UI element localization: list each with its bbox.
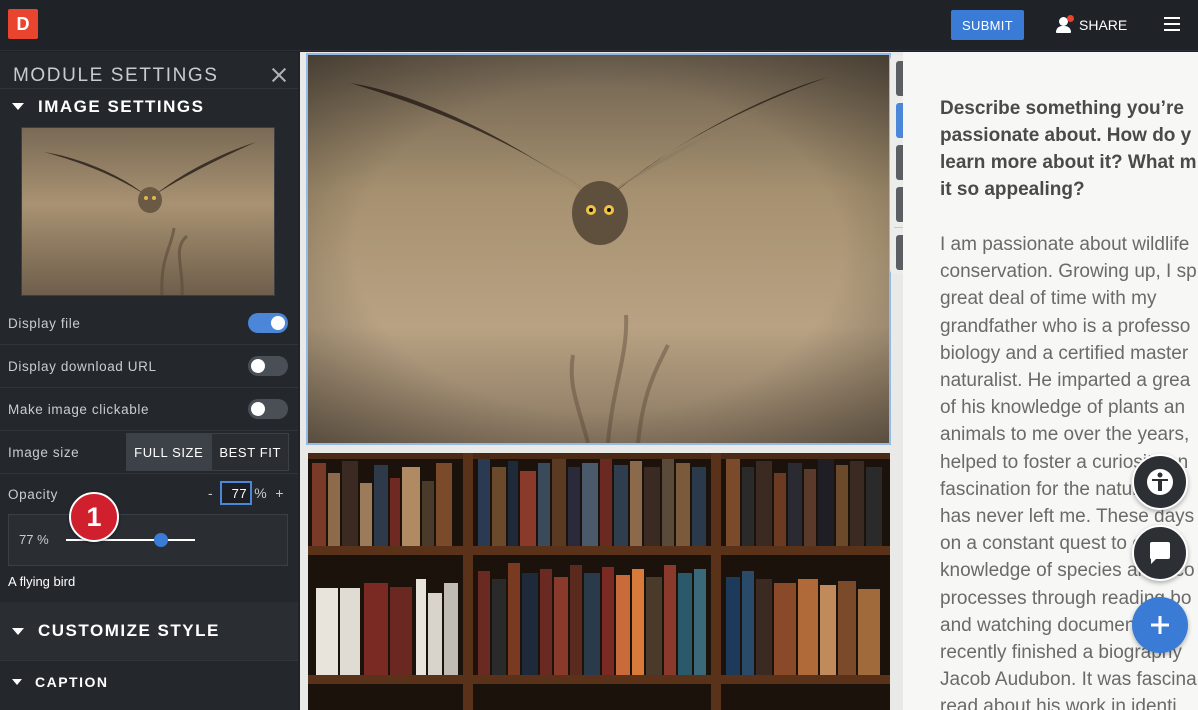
opacity-increment-button[interactable]: +: [275, 485, 284, 501]
accessibility-button[interactable]: [1132, 454, 1188, 510]
chat-button[interactable]: [1132, 525, 1188, 581]
best-fit-button[interactable]: BEST FIT: [211, 433, 289, 471]
plus-icon: [1151, 616, 1169, 634]
panel-title: MODULE SETTINGS: [13, 65, 219, 86]
opacity-unit: %: [254, 485, 268, 501]
opacity-label: Opacity: [8, 486, 58, 502]
image-size-label: Image size: [8, 444, 80, 460]
submit-button[interactable]: SUBMIT: [951, 10, 1024, 40]
panel-header: MODULE SETTINGS: [0, 52, 298, 100]
opacity-slider-box: 77 %: [8, 514, 288, 566]
image-size-row: Image size FULL SIZE BEST FIT: [0, 431, 298, 474]
share-label: SHARE: [1079, 17, 1128, 33]
chevron-down-icon: [12, 103, 24, 110]
make-image-clickable-row: Make image clickable: [0, 388, 298, 431]
opacity-controls: - 77 % +: [208, 481, 284, 505]
hamburger-menu-icon[interactable]: [1164, 17, 1180, 31]
opacity-input[interactable]: 77: [220, 481, 253, 505]
top-bar: D SUBMIT SHARE: [0, 0, 1198, 51]
chat-bubble-icon: [1150, 542, 1170, 564]
chevron-down-icon: [12, 627, 24, 635]
display-download-url-row: Display download URL: [0, 345, 298, 388]
make-image-clickable-toggle[interactable]: [248, 399, 288, 419]
share-button[interactable]: SHARE: [1055, 14, 1127, 36]
bookshelf-image[interactable]: [308, 453, 890, 710]
display-download-url-toggle[interactable]: [248, 356, 288, 376]
display-download-url-label: Display download URL: [8, 358, 157, 374]
accessibility-icon: [1147, 469, 1173, 495]
step-badge: 1: [69, 492, 119, 542]
close-icon[interactable]: [270, 66, 288, 84]
display-file-toggle[interactable]: [248, 313, 288, 333]
opacity-decrement-button[interactable]: -: [208, 485, 213, 501]
caption-section-toggle[interactable]: CAPTION: [0, 660, 298, 702]
essay-question: Describe something you’re passionate abo…: [940, 98, 1197, 200]
full-size-button[interactable]: FULL SIZE: [126, 433, 212, 471]
make-image-clickable-label: Make image clickable: [8, 401, 150, 417]
opacity-slider-handle[interactable]: [154, 533, 168, 547]
chevron-down-icon: [12, 678, 22, 685]
image-caption-text: A flying bird: [8, 574, 76, 589]
owl-image[interactable]: [306, 53, 891, 445]
app-logo[interactable]: D: [8, 9, 38, 39]
display-file-label: Display file: [8, 315, 81, 331]
opacity-row: Opacity - 77 % +: [0, 474, 298, 514]
customize-style-section-toggle[interactable]: CUSTOMIZE STYLE: [0, 602, 298, 660]
customize-style-label: CUSTOMIZE STYLE: [38, 621, 220, 640]
image-size-group: FULL SIZE BEST FIT: [126, 433, 289, 471]
opacity-slider-value: 77 %: [19, 532, 49, 547]
image-thumbnail: [21, 127, 275, 296]
caption-section-label: CAPTION: [35, 673, 109, 690]
add-button[interactable]: [1132, 597, 1188, 653]
display-file-row: Display file: [0, 302, 298, 345]
module-settings-panel: MODULE SETTINGS IMAGE SETTINGS Display f…: [0, 52, 298, 710]
user-icon: [1055, 15, 1074, 34]
